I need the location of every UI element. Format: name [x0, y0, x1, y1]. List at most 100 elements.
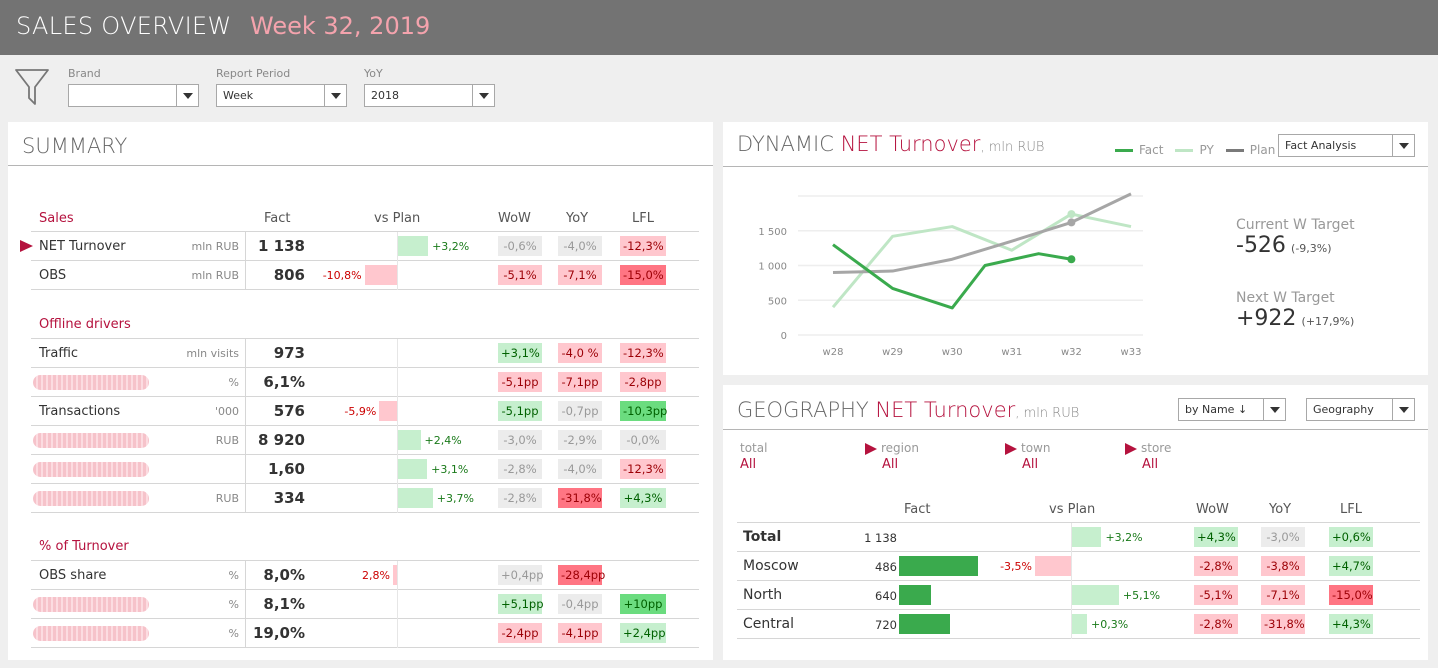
vs-plan-value: +3,7% — [436, 492, 474, 505]
table-row[interactable]: % 19,0% -2,4pp -4,1pp +2,4pp — [31, 619, 699, 648]
row-name: Transactions — [39, 404, 121, 419]
yoy-cell: -31,8% — [558, 488, 602, 508]
yoy-cell: -7,1pp — [558, 372, 602, 392]
series-line-fact — [832, 243, 1072, 310]
breadcrumb-region[interactable]: region All — [865, 441, 919, 472]
vs-plan-bar — [1072, 614, 1087, 634]
breadcrumb-town[interactable]: town All — [1005, 441, 1050, 472]
dimension-dropdown[interactable]: Geography — [1306, 398, 1415, 421]
sort-dropdown-value: by Name ↓ — [1185, 403, 1248, 416]
chevron-down-icon[interactable] — [1392, 135, 1414, 156]
lfl-cell: -10,3pp — [620, 401, 667, 421]
chart-legend: Fact PY Plan — [1103, 143, 1275, 157]
vs-plan-value: +3,1% — [431, 463, 469, 476]
table-row[interactable]: OBS mln RUB 806 -10,8% -5,1% -7,1% -15,0% — [31, 261, 699, 290]
breadcrumb-value[interactable]: All — [1022, 457, 1050, 472]
yoy-cell: -7,1% — [1261, 585, 1305, 605]
table-row[interactable]: OBS share% 8,0% 2,8% +0,4pp -28,4pp — [31, 561, 699, 590]
table-row[interactable]: % 6,1% -5,1pp -7,1pp -2,8pp — [31, 368, 699, 397]
breadcrumb-value[interactable]: All — [740, 457, 767, 472]
breadcrumb-total[interactable]: total All — [740, 441, 767, 472]
redacted-label — [33, 491, 149, 506]
vs-plan-bar — [398, 236, 429, 256]
report-period-dropdown[interactable]: Week — [216, 84, 347, 107]
fact-value: 576 — [273, 402, 305, 420]
filter-funnel-icon[interactable] — [14, 67, 50, 107]
row-unit: RUB — [215, 434, 239, 447]
chevron-down-icon[interactable] — [176, 85, 198, 106]
report-period-label: Report Period — [216, 67, 291, 80]
redacted-label — [33, 626, 149, 641]
vs-plan-bar — [1072, 527, 1102, 547]
row-unit: mln RUB — [191, 240, 239, 253]
fact-value: 8,0% — [263, 566, 305, 584]
row-unit: '000 — [214, 405, 239, 418]
vs-plan-value: +3,2% — [432, 240, 470, 253]
plan-axis-line — [397, 619, 398, 648]
x-tick-label: w28 — [823, 347, 844, 358]
selected-row-arrow-icon — [20, 240, 33, 252]
next-target-pct: (+17,9%) — [1301, 315, 1355, 328]
wow-cell: -5,1pp — [498, 372, 542, 392]
chevron-down-icon[interactable] — [324, 85, 346, 106]
row-unit: % — [228, 598, 239, 611]
dynamic-title: DYNAMIC NET Turnover, mln RUB — [737, 132, 1044, 156]
lfl-cell: +4,3% — [1329, 614, 1373, 634]
chevron-down-icon[interactable] — [1263, 399, 1285, 420]
divider — [245, 484, 246, 513]
yoy-dropdown[interactable]: 2018 — [364, 84, 495, 107]
table-row[interactable]: Total 1 138 +3,2% +4,3% -3,0% +0,6% — [737, 523, 1420, 552]
wow-cell: -2,8% — [498, 459, 542, 479]
fact-value: 6,1% — [263, 373, 305, 391]
legend-fact-swatch — [1115, 148, 1133, 152]
table-row[interactable]: North 640 +5,1% -5,1% -7,1% -15,0% — [737, 581, 1420, 610]
yoy-cell: -28,4pp — [558, 565, 605, 585]
table-row[interactable]: NET Turnover mln RUB 1 138 +3,2% -0,6% -4,0% -… — [31, 232, 699, 261]
column-header-fact: Fact — [264, 211, 291, 226]
legend-py-label: PY — [1199, 143, 1214, 157]
brand-dropdown[interactable] — [68, 84, 199, 107]
row-name: North — [743, 587, 783, 603]
table-row[interactable]: Traffic mln visits 973 +3,1% -4,0 % -12,3% — [31, 339, 699, 368]
table-row[interactable]: Central 720 +0,3% -2,8% -31,8% +4,3% — [737, 610, 1420, 639]
breadcrumb-value[interactable]: All — [882, 457, 919, 472]
x-tick-label: w31 — [1001, 347, 1022, 358]
fact-bar — [899, 556, 978, 576]
current-target-value: -526 — [1236, 233, 1286, 258]
divider — [245, 232, 246, 261]
vs-plan-value: 2,8% — [362, 569, 390, 582]
report-period-value: Week — [223, 89, 254, 102]
divider — [723, 166, 1428, 167]
lfl-cell: +10pp — [620, 594, 666, 614]
row-unit: % — [228, 376, 239, 389]
table-row[interactable]: 1,60 +3,1% -2,8% -4,0% -12,3% — [31, 455, 699, 484]
yoy-cell: -0,7pp — [558, 401, 602, 421]
chevron-down-icon[interactable] — [1392, 399, 1414, 420]
y-tick-label: 500 — [768, 296, 787, 307]
redacted-label — [33, 597, 149, 612]
table-row[interactable]: % 8,1% +5,1pp -0,4pp +10pp — [31, 590, 699, 619]
geo-column-header-lfl: LFL — [1340, 502, 1362, 517]
chevron-down-icon[interactable] — [472, 85, 494, 106]
fact-value: 806 — [273, 266, 305, 284]
fact-value: 486 — [875, 560, 897, 574]
table-row[interactable]: RUB 8 920 +2,4% -3,0% -2,9% -0,0% — [31, 426, 699, 455]
table-row[interactable]: RUB 334 +3,7% -2,8% -31,8% +4,3% — [31, 484, 699, 513]
table-row[interactable]: Moscow 486 -3,5% -2,8% -3,8% +4,7% — [737, 552, 1420, 581]
vs-plan-bar — [1035, 556, 1071, 576]
lfl-cell: -15,0% — [1329, 585, 1373, 605]
arrow-right-icon — [1125, 442, 1137, 455]
breadcrumb-store[interactable]: store All — [1125, 441, 1171, 472]
dynamic-title-metric: NET Turnover — [840, 132, 981, 156]
row-unit: RUB — [215, 492, 239, 505]
next-target-label: Next W Target — [1236, 290, 1335, 306]
sort-dropdown[interactable]: by Name ↓ — [1178, 398, 1286, 421]
analysis-mode-dropdown[interactable]: Fact Analysis — [1278, 134, 1415, 157]
breadcrumb-value[interactable]: All — [1142, 457, 1171, 472]
fact-value: 334 — [273, 489, 305, 507]
table-row[interactable]: Transactions '000 576 -5,9% -5,1pp -0,7pp -10,… — [31, 397, 699, 426]
breadcrumb-label: town — [1021, 441, 1051, 455]
wow-cell: +4,3% — [1194, 527, 1238, 547]
turnover-line-chart: 0 500 1 000 1 500 w28 w29 w30 w31 w32 w33 — [758, 192, 1143, 358]
series-marker-py — [1067, 210, 1076, 219]
